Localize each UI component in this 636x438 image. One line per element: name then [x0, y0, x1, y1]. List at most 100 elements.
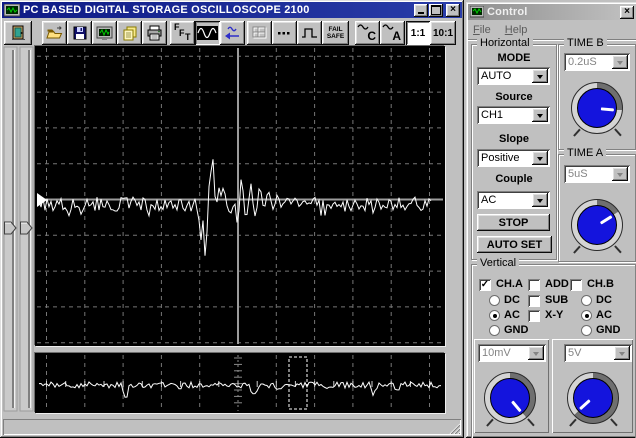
stop-button[interactable]: STOP	[477, 214, 550, 231]
recall-waveform-button[interactable]	[220, 21, 245, 45]
dropdown-arrow	[614, 346, 630, 360]
printer-icon	[147, 25, 162, 41]
ch-b-knob[interactable]	[565, 370, 621, 427]
mode-label: MODE	[497, 52, 531, 64]
time-a-value: 5uS	[568, 168, 588, 180]
save-button[interactable]	[67, 21, 92, 45]
ch-a-dc-label: DC	[504, 294, 520, 306]
horizontal-group: Horizontal MODE AUTO Source CH1 Slope Po…	[471, 37, 557, 260]
xy-label: X-Y	[545, 309, 564, 321]
ch-a-knob[interactable]	[482, 370, 538, 427]
copy-button[interactable]	[117, 21, 142, 45]
ratio-10-1-button[interactable]: 10:1	[430, 21, 456, 45]
sub-label: SUB	[545, 294, 569, 306]
mode-value: AUTO	[481, 70, 512, 82]
square-wave-icon	[302, 28, 317, 38]
source-value: CH1	[481, 109, 504, 121]
couple-label: Couple	[495, 173, 533, 185]
time-b-knob[interactable]	[569, 80, 625, 137]
chevron-down-icon	[537, 113, 543, 121]
close-icon: ×	[624, 6, 630, 17]
knob-pointer	[579, 399, 592, 411]
snapshot-button[interactable]	[92, 21, 117, 45]
app-icon	[4, 3, 20, 16]
ratio-1-1-button[interactable]: 1:1	[406, 21, 430, 45]
exit-button[interactable]	[4, 21, 32, 45]
vertical-group: Vertical ✓ CH.A ADD CH.B DC SUB DC AC X-…	[471, 257, 636, 438]
ch-b-ac-label: AC	[596, 309, 612, 321]
xy-checkbox[interactable]	[528, 310, 540, 322]
ch-a-checkbox[interactable]: ✓	[479, 279, 491, 291]
dropdown-arrow[interactable]	[532, 108, 548, 122]
status-bar	[3, 419, 461, 435]
ch-b-gnd-radio[interactable]	[581, 325, 592, 336]
time-b-select[interactable]: 0.2uS	[564, 53, 630, 71]
ch-b-dc-label: DC	[596, 294, 612, 306]
ch-a-gnd-label: GND	[504, 324, 529, 336]
horizontal-group-label: Horizontal	[477, 37, 533, 49]
slope-select[interactable]: Positive	[477, 149, 550, 167]
ch-a-ac-radio[interactable]	[489, 310, 500, 321]
ch-a-label: CH.A	[496, 278, 523, 290]
time-a-group: TIME A 5uS	[558, 147, 636, 262]
ch-a-dc-radio[interactable]	[489, 295, 500, 306]
print-button[interactable]	[142, 21, 167, 45]
dropdown-arrow	[612, 167, 628, 181]
chevron-down-icon	[617, 172, 623, 180]
ch-b-gnd-label: GND	[596, 324, 621, 336]
open-button[interactable]	[42, 21, 67, 45]
time-a-label: TIME A	[564, 147, 607, 159]
dropdown-arrow[interactable]	[532, 69, 548, 83]
ch-b-checkbox[interactable]	[570, 279, 582, 291]
scope-screen-icon	[96, 26, 113, 40]
cal-a-button[interactable]: A	[380, 21, 405, 45]
overview-display[interactable]	[35, 353, 445, 413]
control-close-button[interactable]: ×	[620, 5, 634, 19]
couple-value: AC	[481, 194, 497, 206]
resize-grip[interactable]	[448, 422, 460, 434]
couple-select[interactable]: AC	[477, 191, 550, 209]
waveform-display-button[interactable]	[195, 21, 220, 45]
auto-set-button[interactable]: AUTO SET	[477, 236, 552, 253]
cal-c-button[interactable]: C	[355, 21, 380, 45]
vertical-position-sliders[interactable]	[2, 46, 34, 412]
control-icon	[470, 6, 484, 18]
check-icon: ✓	[480, 279, 490, 290]
source-select[interactable]: CH1	[477, 106, 550, 124]
dotted-line-button[interactable]	[272, 21, 297, 45]
close-button[interactable]: ×	[446, 3, 460, 17]
floppy-icon	[73, 26, 86, 40]
minimize-button[interactable]	[414, 3, 428, 17]
ch-b-range-select[interactable]: 5V	[564, 344, 632, 362]
square-wave-button[interactable]	[297, 21, 322, 45]
control-titlebar: Control ×	[468, 4, 636, 20]
add-checkbox[interactable]	[528, 279, 540, 291]
time-a-knob[interactable]	[569, 197, 625, 254]
control-window: Control × File Help Horizontal MODE AUTO…	[466, 2, 636, 438]
menu-help[interactable]: Help	[505, 24, 528, 36]
sub-checkbox[interactable]	[528, 295, 540, 307]
ch-a-gnd-radio[interactable]	[489, 325, 500, 336]
close-icon: ×	[450, 4, 456, 15]
fft-icon: F F T	[174, 22, 191, 42]
dropdown-arrow[interactable]	[532, 151, 548, 165]
grid-button[interactable]	[247, 21, 272, 45]
maximize-button[interactable]	[429, 3, 443, 17]
time-a-select[interactable]: 5uS	[564, 165, 630, 183]
dropdown-arrow[interactable]	[532, 193, 548, 207]
ch-a-range-select[interactable]: 10mV	[478, 344, 546, 362]
ch-b-ac-radio[interactable]	[581, 310, 592, 321]
mode-select[interactable]: AUTO	[477, 67, 550, 85]
time-b-label: TIME B	[564, 37, 607, 49]
control-title: Control	[487, 6, 528, 18]
ch-b-dc-radio[interactable]	[581, 295, 592, 306]
fft-button[interactable]: F F T	[170, 21, 195, 45]
maximize-icon	[431, 5, 441, 15]
sine-display-icon	[197, 26, 218, 40]
ch-b-range-value: 5V	[568, 347, 582, 359]
overview-waveform	[38, 355, 442, 411]
knob-pointer	[599, 214, 613, 225]
fail-safe-button[interactable]: FAIL SAFE	[322, 21, 349, 45]
menu-file[interactable]: File	[473, 24, 491, 36]
notes-icon	[123, 26, 136, 41]
